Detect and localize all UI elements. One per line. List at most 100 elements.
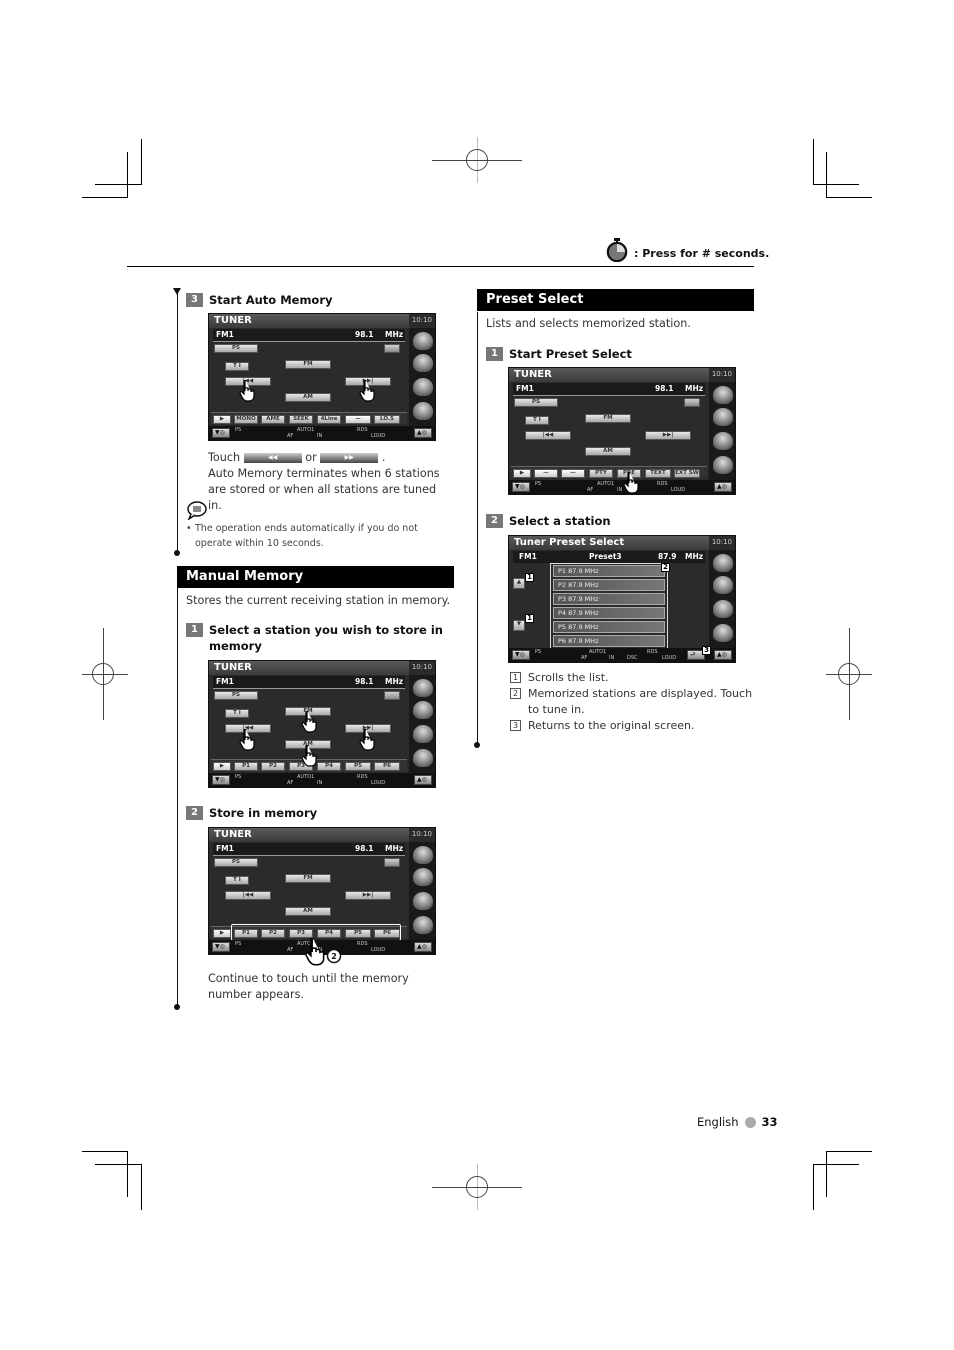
- status-af: AF: [287, 433, 294, 439]
- folder-icon[interactable]: [413, 868, 433, 886]
- setup-icon[interactable]: [713, 624, 733, 642]
- ti-button[interactable]: T I: [525, 416, 549, 425]
- preset-list-item[interactable]: P3 87.9 MHz: [553, 593, 665, 605]
- source-icon[interactable]: [413, 679, 433, 697]
- source-icon[interactable]: [413, 332, 433, 350]
- volume-up-button[interactable]: ▲◎: [714, 482, 732, 492]
- preset-button-p1[interactable]: P1: [234, 762, 258, 771]
- scroll-up-button[interactable]: ▲: [513, 578, 525, 589]
- volume-up-button[interactable]: ▲◎: [414, 428, 432, 438]
- am-button[interactable]: AM: [585, 447, 631, 456]
- ti-button[interactable]: T I: [225, 362, 249, 371]
- preset-button-p5[interactable]: P5: [345, 929, 371, 938]
- menu-button[interactable]: [384, 344, 400, 353]
- status-rds: RDS: [657, 481, 668, 487]
- mono-button[interactable]: MONO: [234, 415, 258, 424]
- preset-list-item[interactable]: P1 87.9 MHz: [553, 565, 665, 577]
- folder-icon[interactable]: [413, 354, 433, 372]
- legend-number: 1: [510, 672, 521, 683]
- scroll-button[interactable]: ▶: [513, 469, 531, 478]
- preset-button-p1[interactable]: P1: [234, 929, 258, 938]
- blank-button[interactable]: —: [561, 469, 585, 478]
- menu-button[interactable]: [684, 398, 700, 407]
- preset-button-p6[interactable]: P6: [374, 929, 400, 938]
- folder-icon[interactable]: [413, 701, 433, 719]
- menu-button[interactable]: [384, 691, 400, 700]
- volume-up-button[interactable]: ▲◎: [414, 942, 432, 952]
- setup-icon[interactable]: [413, 916, 433, 934]
- ti-button[interactable]: T I: [225, 709, 249, 718]
- volume-down-button[interactable]: ▼◎: [212, 775, 230, 785]
- folder-icon[interactable]: [713, 408, 733, 426]
- volume-down-button[interactable]: ▼◎: [512, 650, 530, 660]
- preset-button-p4[interactable]: P4: [317, 762, 341, 771]
- text-button[interactable]: TEXT: [645, 469, 671, 478]
- preset-button-p5[interactable]: P5: [345, 762, 371, 771]
- am-button[interactable]: AM: [285, 393, 331, 402]
- blank-button[interactable]: —: [534, 469, 558, 478]
- am-button[interactable]: AM: [285, 907, 331, 916]
- preset-list-item[interactable]: P4 87.9 MHz: [553, 607, 665, 619]
- section-title-preset-select: Preset Select: [477, 289, 754, 311]
- volume-down-button[interactable]: ▼◎: [212, 942, 230, 952]
- ps-button[interactable]: PS: [514, 398, 558, 407]
- volume-up-button[interactable]: ▲◎: [714, 650, 732, 660]
- seek-prev-button[interactable]: |◀◀: [525, 431, 571, 440]
- step-title: Start Preset Select: [509, 347, 632, 361]
- source-icon[interactable]: [413, 846, 433, 864]
- seek-next-button[interactable]: ▶▶|: [645, 431, 691, 440]
- ps-button[interactable]: PS: [214, 858, 258, 867]
- ps-button[interactable]: PS: [214, 344, 258, 353]
- ame-button[interactable]: AME: [261, 415, 285, 424]
- volume-down-button[interactable]: ▼◎: [512, 482, 530, 492]
- 4line-button[interactable]: 4Line: [317, 415, 341, 424]
- status-in: IN: [609, 655, 615, 661]
- source-icon[interactable]: [713, 554, 733, 572]
- los-button[interactable]: LO.S: [374, 415, 400, 424]
- volume-down-button[interactable]: ▼◎: [212, 428, 230, 438]
- status-auto: AUTO1: [297, 427, 315, 433]
- scroll-button[interactable]: ▶: [213, 762, 231, 771]
- volume-up-button[interactable]: ▲◎: [414, 775, 432, 785]
- folder-icon[interactable]: [713, 576, 733, 594]
- crop-mark: [82, 197, 128, 198]
- ti-button[interactable]: T I: [225, 876, 249, 885]
- band-label: FM1: [216, 330, 234, 339]
- crop-mark: [826, 1151, 872, 1152]
- speaker-icon[interactable]: [713, 432, 733, 450]
- preset-list-item[interactable]: P6 87.9 MHz: [553, 635, 665, 647]
- fm-button[interactable]: FM: [285, 874, 331, 883]
- fm-button[interactable]: FM: [285, 360, 331, 369]
- scroll-button[interactable]: ▶: [213, 929, 231, 938]
- setup-icon[interactable]: [413, 402, 433, 420]
- speaker-icon[interactable]: [413, 892, 433, 910]
- ext-sw-button[interactable]: EXT SW: [674, 469, 700, 478]
- ps-button[interactable]: PS: [214, 691, 258, 700]
- step-title: Select a station: [509, 514, 611, 528]
- pty-button[interactable]: PTY: [589, 469, 613, 478]
- tuner-preset-select-screen: Tuner Preset Select 10:10 FM1 Preset3 87…: [508, 535, 736, 663]
- menu-button[interactable]: [384, 858, 400, 867]
- setup-icon[interactable]: [413, 749, 433, 767]
- scroll-button[interactable]: ▶: [213, 415, 231, 424]
- speaker-icon[interactable]: [413, 378, 433, 396]
- seek-button[interactable]: SEEK: [289, 415, 313, 424]
- blank-button[interactable]: —: [345, 415, 371, 424]
- preset-list-item[interactable]: P5 87.9 MHz: [553, 621, 665, 633]
- fm-button[interactable]: FM: [585, 414, 631, 423]
- source-icon[interactable]: [713, 386, 733, 404]
- seek-prev-button[interactable]: |◀◀: [225, 891, 271, 900]
- setup-icon[interactable]: [713, 456, 733, 474]
- hand-pointer-icon: [301, 711, 317, 733]
- preset-list-item[interactable]: P2 87.9 MHz: [553, 579, 665, 591]
- speaker-icon[interactable]: [713, 600, 733, 618]
- speaker-icon[interactable]: [413, 725, 433, 743]
- preset-button-p2[interactable]: P2: [261, 762, 285, 771]
- frequency: 98.1: [655, 384, 674, 393]
- preset-button-p3[interactable]: P3: [289, 929, 313, 938]
- scroll-down-button[interactable]: ▼: [513, 620, 525, 631]
- preset-button-p6[interactable]: P6: [374, 762, 400, 771]
- seek-next-button[interactable]: ▶▶|: [345, 891, 391, 900]
- preset-button-p2[interactable]: P2: [261, 929, 285, 938]
- preset-button-p4[interactable]: P4: [317, 929, 341, 938]
